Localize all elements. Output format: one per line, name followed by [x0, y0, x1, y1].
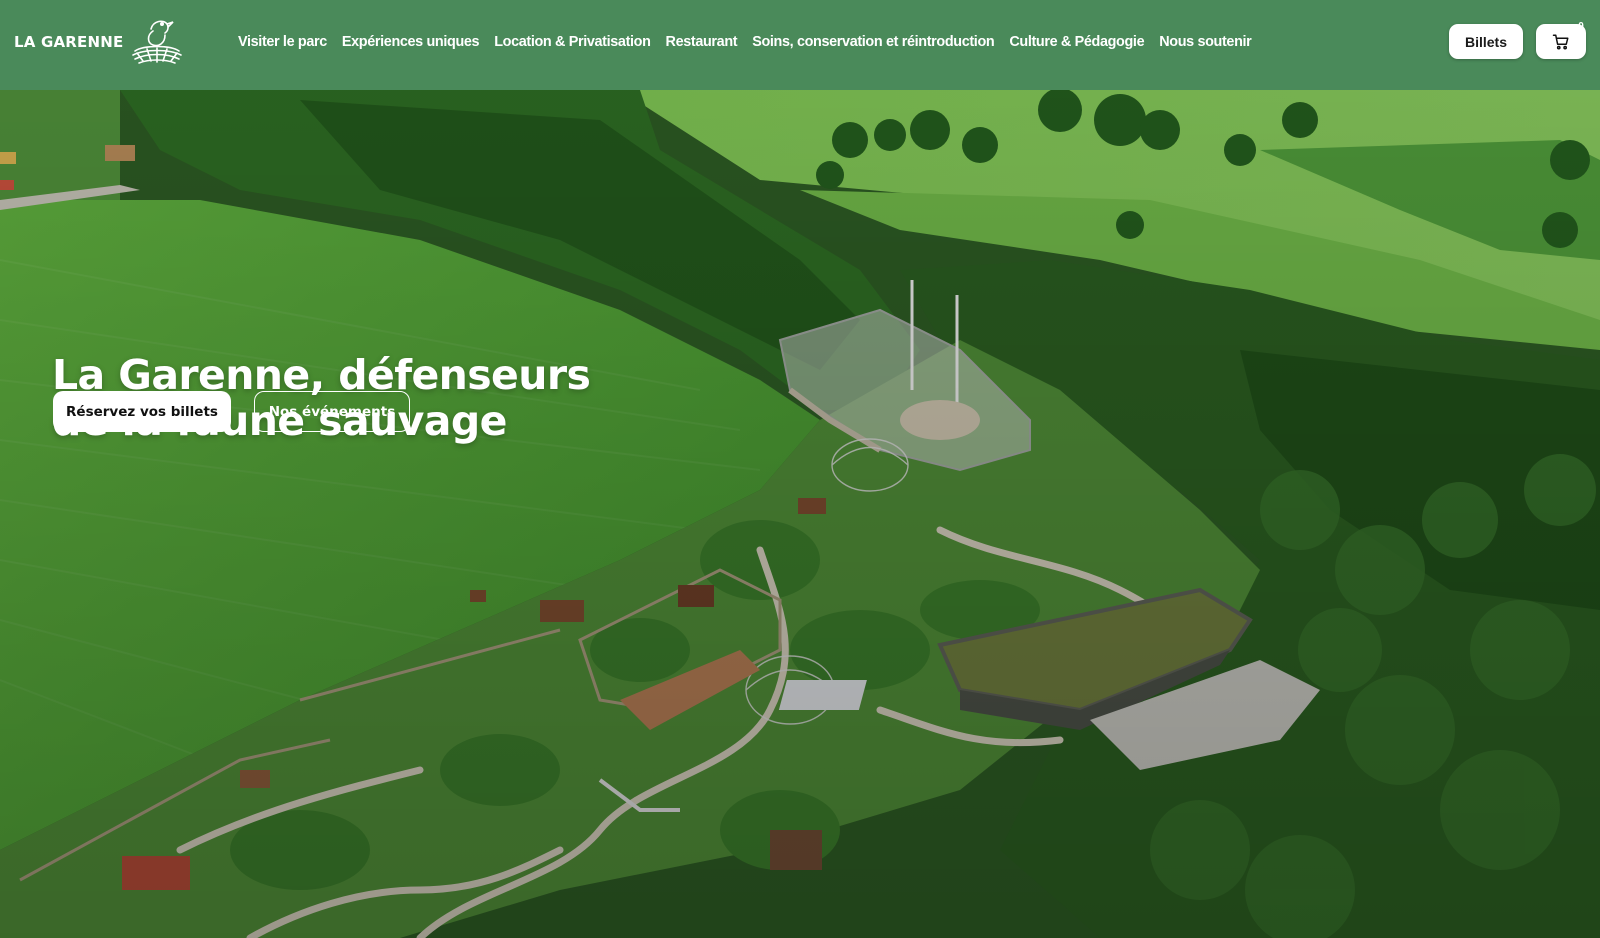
logo-text: LA GARENNE	[14, 33, 124, 51]
main-navigation: Visiter le parc Expériences uniques Loca…	[238, 0, 1252, 84]
events-button[interactable]: Nos événements	[254, 391, 410, 432]
nav-item-location-privatisation[interactable]: Location & Privatisation	[494, 34, 651, 50]
site-header: LA GARENNE Visiter le parc Expériences u…	[0, 0, 1600, 90]
site-logo[interactable]: LA GARENNE	[14, 14, 185, 70]
cart-count-badge: 0	[1578, 20, 1584, 32]
nav-item-restaurant[interactable]: Restaurant	[666, 34, 738, 50]
tickets-button[interactable]: Billets	[1449, 24, 1523, 59]
nest-bird-logo-icon	[132, 20, 183, 64]
hero-aerial-park-image	[0, 90, 1600, 938]
reserve-tickets-button[interactable]: Réservez vos billets	[53, 391, 231, 432]
nav-item-nous-soutenir[interactable]: Nous soutenir	[1159, 34, 1252, 50]
hero-section: La Garenne, défenseurs de la faune sauva…	[0, 90, 1600, 938]
nav-item-experiences-uniques[interactable]: Expériences uniques	[342, 34, 480, 50]
cart-icon	[1552, 34, 1569, 49]
nav-item-culture-pedagogie[interactable]: Culture & Pédagogie	[1009, 34, 1144, 50]
nav-item-soins-conservation[interactable]: Soins, conservation et réintroduction	[752, 34, 994, 50]
nav-item-visiter-le-parc[interactable]: Visiter le parc	[238, 34, 327, 50]
